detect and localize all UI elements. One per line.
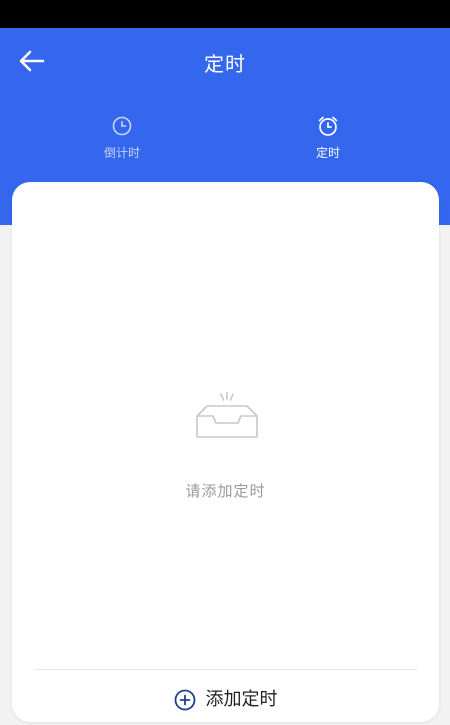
divider (34, 669, 417, 670)
empty-state-message: 请添加定时 (185, 482, 266, 500)
tab-countdown[interactable]: 倒计时 (62, 114, 182, 170)
add-timer-button[interactable]: 添加定时 (12, 685, 439, 725)
timer-list-card: 请添加定时 添加定时 (12, 182, 439, 722)
plus-circle-icon (174, 689, 195, 711)
tab-countdown-label: 倒计时 (103, 146, 140, 160)
page-title: 定时 (204, 52, 246, 76)
empty-inbox-icon (196, 392, 258, 438)
alarm-clock-icon (316, 114, 340, 138)
tab-timer-label: 定时 (315, 146, 340, 160)
status-bar (0, 0, 450, 28)
add-timer-label: 添加定时 (205, 689, 278, 710)
clock-icon (110, 114, 134, 138)
tab-timer[interactable]: 定时 (268, 114, 388, 170)
